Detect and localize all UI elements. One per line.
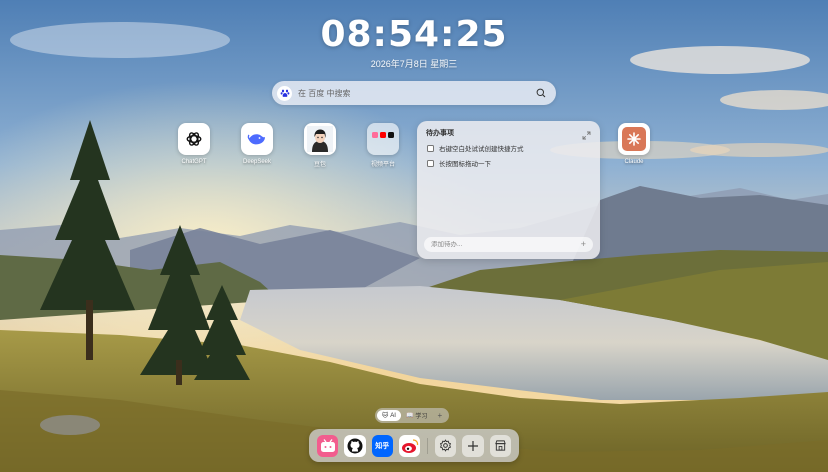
claude-icon[interactable] — [618, 123, 650, 155]
clock-date: 2026年7月8日 星期三 — [370, 59, 458, 69]
search-bar — [272, 81, 556, 105]
weibo-icon[interactable] — [398, 434, 421, 457]
add-todo-plus-icon[interactable]: + — [581, 240, 586, 249]
expand-icon[interactable] — [582, 127, 591, 140]
zhihu-label: 知乎 — [375, 442, 390, 450]
clock-widget: 08:54:25 2026年7月8日 星期三 — [0, 14, 828, 70]
youtube-mini-icon — [380, 132, 386, 138]
github-icon[interactable] — [344, 434, 366, 457]
app-doubao[interactable]: 豆包 — [300, 123, 340, 168]
tiktok-mini-icon — [388, 132, 394, 138]
dock: 知乎 — [309, 429, 519, 462]
app-label: DeepSeek — [242, 159, 272, 165]
tab-label: AI — [390, 412, 396, 419]
app-chatgpt[interactable]: ChatGPT — [174, 123, 214, 165]
todo-widget: 待办事项 右键空白处试试创建快捷方式 长按图标拖动一下 + — [417, 121, 600, 259]
app-label: ChatGPT — [181, 159, 207, 165]
tab-study[interactable]: 📖 学习 — [401, 410, 433, 421]
bilibili-icon[interactable] — [317, 434, 339, 457]
todo-item-text: 右键空白处试试创建快捷方式 — [439, 146, 524, 153]
todo-checkbox[interactable] — [427, 159, 434, 167]
dock-divider — [427, 437, 429, 454]
store-icon[interactable] — [489, 434, 512, 457]
book-icon: 📖 — [405, 413, 414, 419]
doubao-avatar-icon[interactable] — [304, 123, 336, 155]
todo-title: 待办事项 — [426, 130, 454, 137]
deepseek-whale-icon[interactable] — [241, 123, 273, 155]
app-claude[interactable]: Claude — [614, 123, 654, 165]
todo-item[interactable]: 右键空白处试试创建快捷方式 — [427, 143, 524, 153]
app-label: 豆包 — [313, 162, 326, 168]
video-platform-folder-icon[interactable] — [367, 123, 399, 155]
add-plus-icon[interactable] — [462, 434, 484, 457]
add-category-icon[interactable]: + — [432, 411, 447, 420]
search-input[interactable] — [298, 88, 534, 98]
chatgpt-icon[interactable] — [178, 123, 210, 155]
todo-add-bar: + — [424, 237, 593, 252]
wallpaper-landscape — [0, 0, 828, 472]
todo-item[interactable]: 长按图标拖动一下 — [427, 158, 491, 168]
zhihu-icon[interactable]: 知乎 — [371, 434, 393, 457]
tab-ai[interactable]: 🐱 AI — [377, 410, 401, 421]
app-deepseek[interactable]: DeepSeek — [237, 123, 277, 165]
tab-label: 学习 — [415, 414, 428, 420]
todo-checkbox[interactable] — [427, 144, 434, 152]
clock-time: 08:54:25 — [320, 14, 508, 55]
baidu-paw-icon[interactable] — [277, 85, 292, 101]
todo-item-text: 长按图标拖动一下 — [439, 161, 491, 168]
search-icon[interactable] — [534, 86, 548, 100]
todo-add-input[interactable] — [431, 241, 581, 248]
settings-gear-icon[interactable] — [435, 434, 457, 457]
category-tabs: 🐱 AI 📖 学习 + — [375, 408, 450, 423]
app-label: Claude — [624, 159, 644, 165]
bilibili-mini-icon — [372, 132, 378, 138]
app-label: 视频平台 — [370, 162, 395, 168]
cat-face-icon: 🐱 — [382, 413, 389, 419]
app-video-platform-folder[interactable]: 视频平台 — [363, 123, 403, 168]
